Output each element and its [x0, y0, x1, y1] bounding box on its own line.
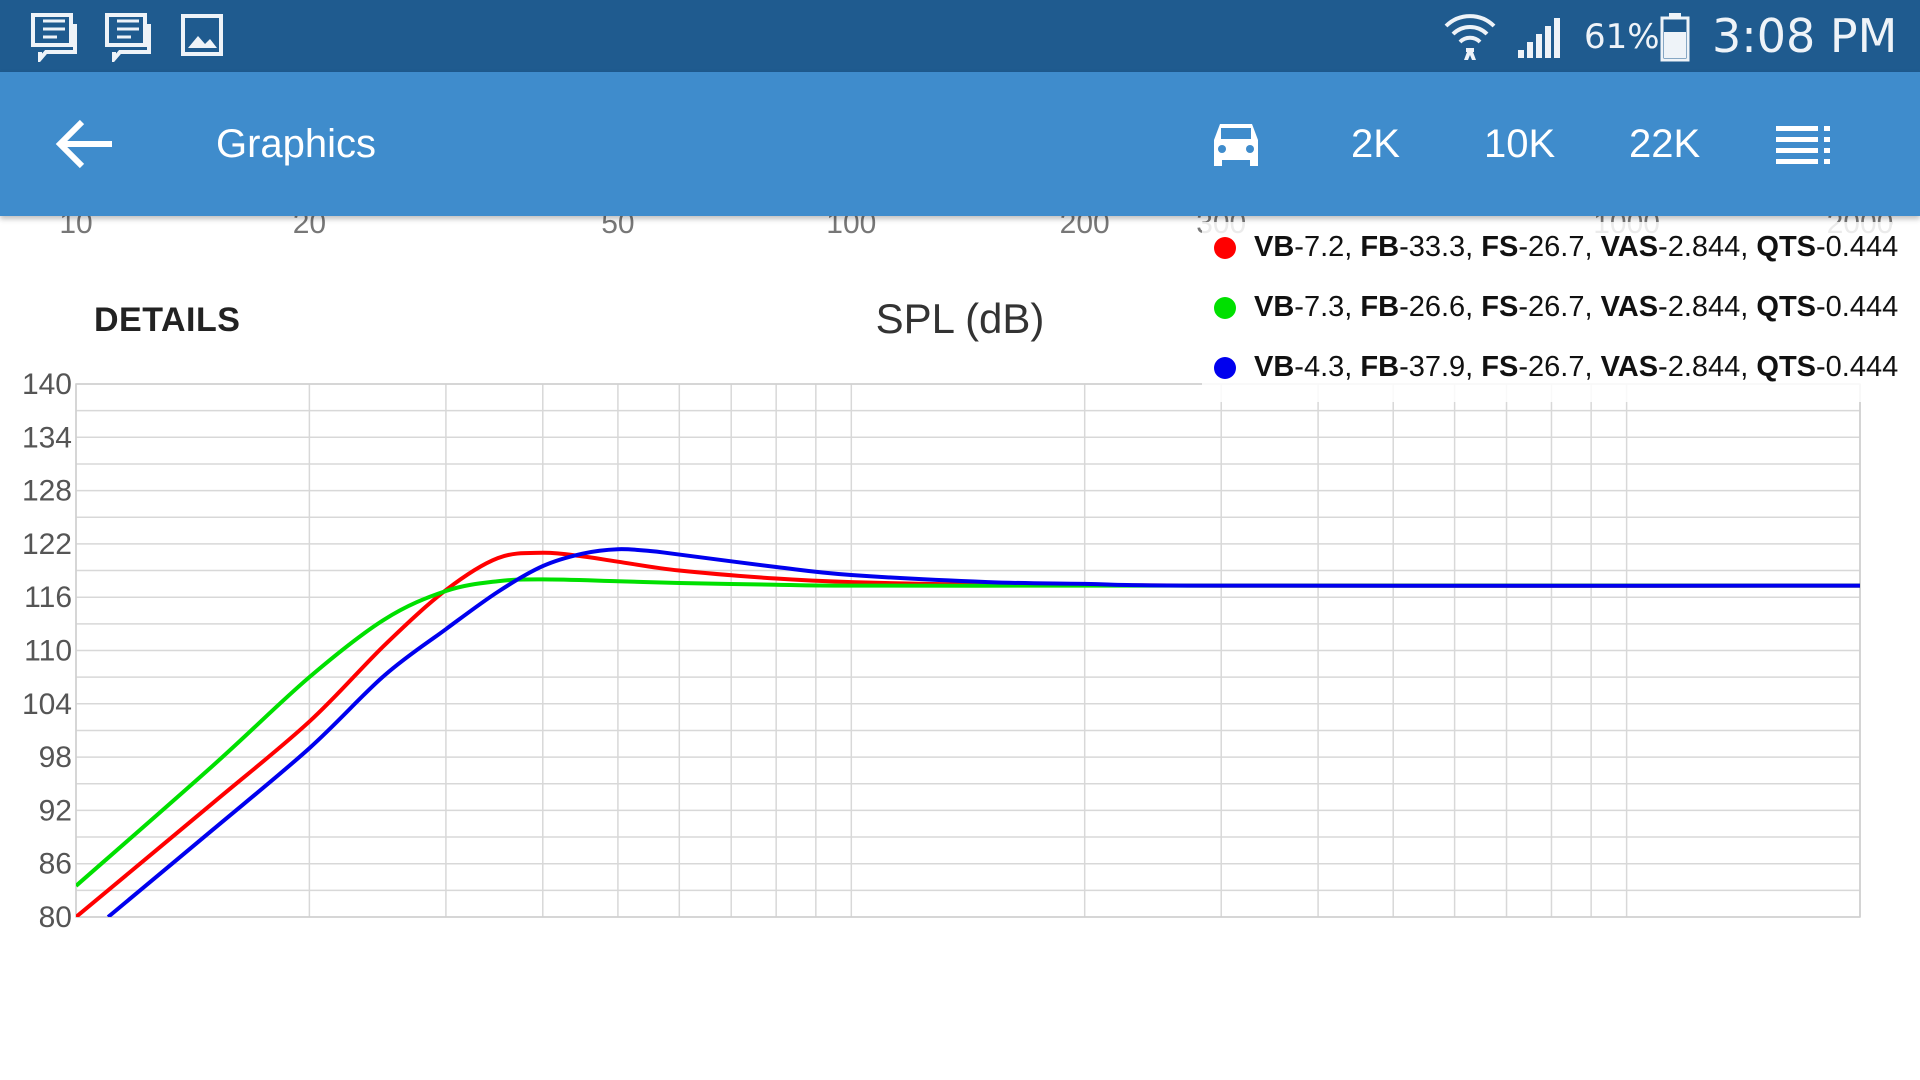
wifi-icon [1444, 14, 1496, 60]
legend-dot-blue [1214, 357, 1236, 379]
status-bar: 61% 3:08 PM [0, 0, 1920, 72]
y-tick-label: 128 [22, 475, 72, 508]
y-tick-label: 92 [39, 794, 72, 827]
message-icon [105, 13, 151, 62]
range-button-2k[interactable]: 2K [1351, 119, 1400, 169]
signal-icon [1518, 18, 1560, 58]
details-button[interactable]: DETAILS [94, 300, 240, 340]
y-tick-label: 98 [39, 741, 72, 774]
battery-icon [1660, 13, 1690, 62]
y-tick-label: 140 [22, 368, 72, 401]
legend-dot-red [1214, 237, 1236, 259]
legend-label: VB-4.3, FB-37.9, FS-26.7, VAS-2.844, QTS… [1254, 351, 1899, 383]
y-tick-label: 104 [22, 688, 72, 721]
app-bar: Graphics 2K 10K 22K [0, 72, 1920, 216]
legend-item: VB-7.3, FB-26.6, FS-26.7, VAS-2.844, QTS… [1202, 282, 1898, 342]
series-line-2 [76, 577, 1860, 888]
range-button-22k[interactable]: 22K [1629, 119, 1700, 169]
legend-dot-green [1214, 297, 1236, 319]
chart-series [76, 547, 1860, 917]
y-tick-label: 134 [22, 421, 72, 454]
range-button-10k[interactable]: 10K [1484, 119, 1555, 169]
status-time: 3:08 PM [1712, 9, 1898, 63]
y-axis-ticks: 140 134 128 122 116 110 104 98 92 86 80 [22, 368, 72, 934]
car-icon[interactable] [1206, 116, 1266, 172]
message-icon [31, 13, 77, 62]
image-icon [181, 14, 223, 56]
y-tick-label: 110 [24, 635, 72, 668]
menu-icon[interactable] [1776, 124, 1834, 164]
chart-title: SPL (dB) [875, 295, 1045, 342]
legend-label: VB-7.2, FB-33.3, FS-26.7, VAS-2.844, QTS… [1254, 231, 1899, 263]
y-tick-label: 80 [39, 901, 72, 934]
series-line-1 [76, 550, 1860, 917]
y-tick-label: 116 [24, 581, 72, 614]
chart-legend: VB-7.2, FB-33.3, FS-26.7, VAS-2.844, QTS… [1202, 222, 1898, 402]
legend-item: VB-4.3, FB-37.9, FS-26.7, VAS-2.844, QTS… [1202, 342, 1898, 402]
legend-item: VB-7.2, FB-33.3, FS-26.7, VAS-2.844, QTS… [1202, 222, 1898, 282]
y-tick-label: 86 [39, 848, 72, 881]
series-line-3 [106, 547, 1860, 917]
arrow-back-icon[interactable] [50, 116, 120, 172]
spl-chart: 140 134 128 122 116 110 104 98 92 86 80 [22, 368, 1861, 934]
legend-label: VB-7.3, FB-26.6, FS-26.7, VAS-2.844, QTS… [1254, 291, 1899, 323]
battery-percent: 61% [1584, 17, 1660, 57]
y-tick-label: 122 [22, 528, 72, 561]
page-title: Graphics [216, 122, 377, 166]
